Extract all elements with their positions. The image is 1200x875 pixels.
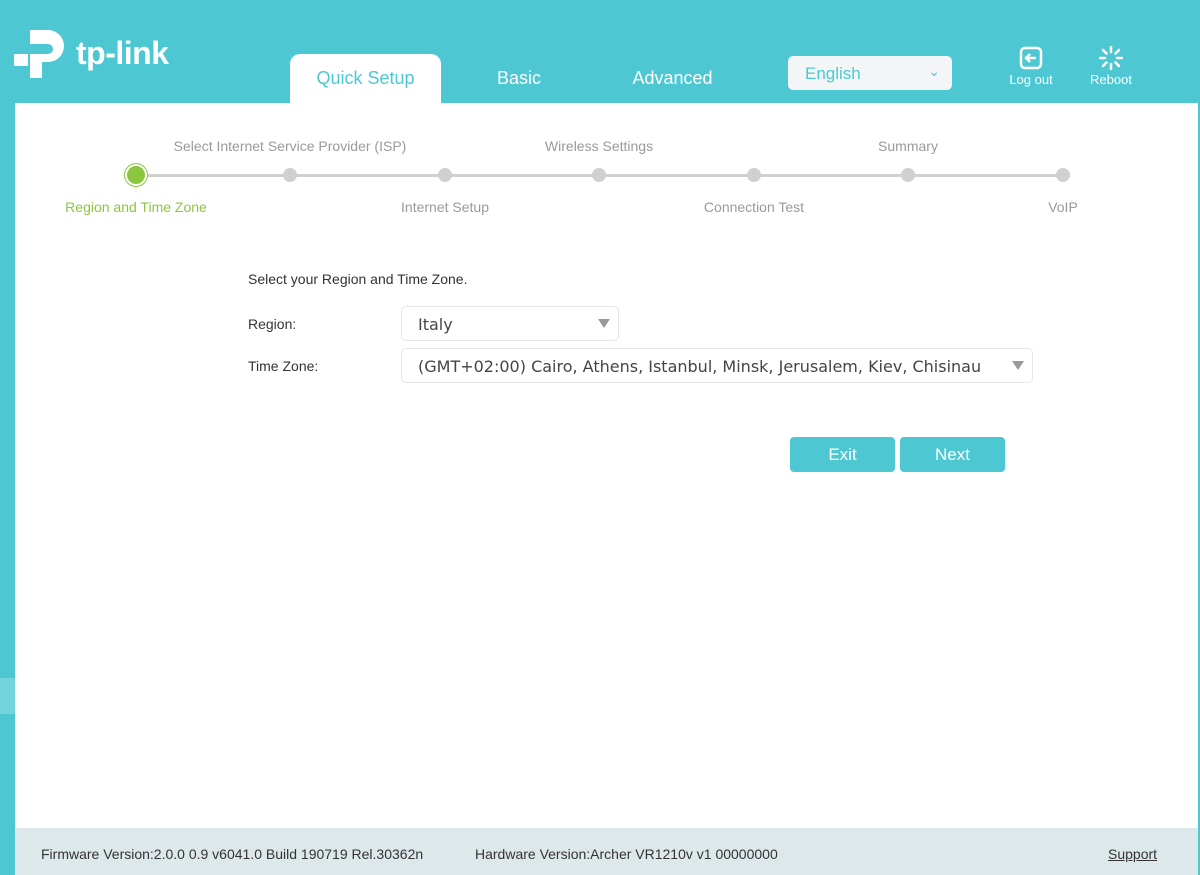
region-select[interactable]: Italy [401,306,619,341]
step-label: Region and Time Zone [65,199,207,215]
step-label: Summary [878,138,938,154]
tp-link-logo-icon [14,30,64,78]
region-label: Region: [248,316,297,332]
form-intro: Select your Region and Time Zone. [248,271,468,287]
step-dot [1056,168,1070,182]
exit-button[interactable]: Exit [790,437,895,472]
step-dot [747,168,761,182]
step-dot [438,168,452,182]
step-label: Connection Test [703,199,805,215]
language-value: English [805,64,861,83]
region-value: Italy [418,315,453,334]
logout-label: Log out [1009,72,1053,87]
tab-quick-setup[interactable]: Quick Setup [290,54,441,103]
support-link[interactable]: Support [1108,846,1157,862]
step-dot [283,168,297,182]
step-label: Internet Setup [401,199,489,215]
tab-advanced[interactable]: Advanced [600,54,745,103]
step-dot [592,168,606,182]
tp-link-logo: tp-link [14,24,169,82]
time-zone-select[interactable]: (GMT+02:00) Cairo, Athens, Istanbul, Min… [401,348,1033,383]
logout-button[interactable]: Log out [1001,46,1061,87]
footer: Firmware Version:2.0.0 0.9 v6041.0 Build… [15,828,1198,875]
step-label: Select Internet Service Provider (ISP) [173,138,407,154]
step-label: VoIP [1048,199,1078,215]
time-zone-value: (GMT+02:00) Cairo, Athens, Istanbul, Min… [418,357,982,376]
step-dot [127,166,145,184]
language-select[interactable]: English ⌄ [788,56,952,90]
time-zone-label: Time Zone: [248,358,319,374]
reboot-label: Reboot [1090,72,1132,87]
logout-icon [1019,46,1043,70]
hardware-version: Hardware Version:Archer VR1210v v1 00000… [475,846,778,862]
firmware-version: Firmware Version:2.0.0 0.9 v6041.0 Build… [41,846,424,862]
reboot-button[interactable]: Reboot [1081,46,1141,87]
step-dot [901,168,915,182]
next-button[interactable]: Next [900,437,1005,472]
brand-name: tp-link [76,34,169,71]
step-label: Wireless Settings [544,138,654,154]
tab-basic[interactable]: Basic [460,54,578,103]
side-tab[interactable] [0,678,15,714]
reboot-icon [1099,46,1123,70]
chevron-down-icon: ⌄ [928,63,940,79]
dropdown-arrow-icon [598,319,610,328]
dropdown-arrow-icon [1012,361,1024,370]
